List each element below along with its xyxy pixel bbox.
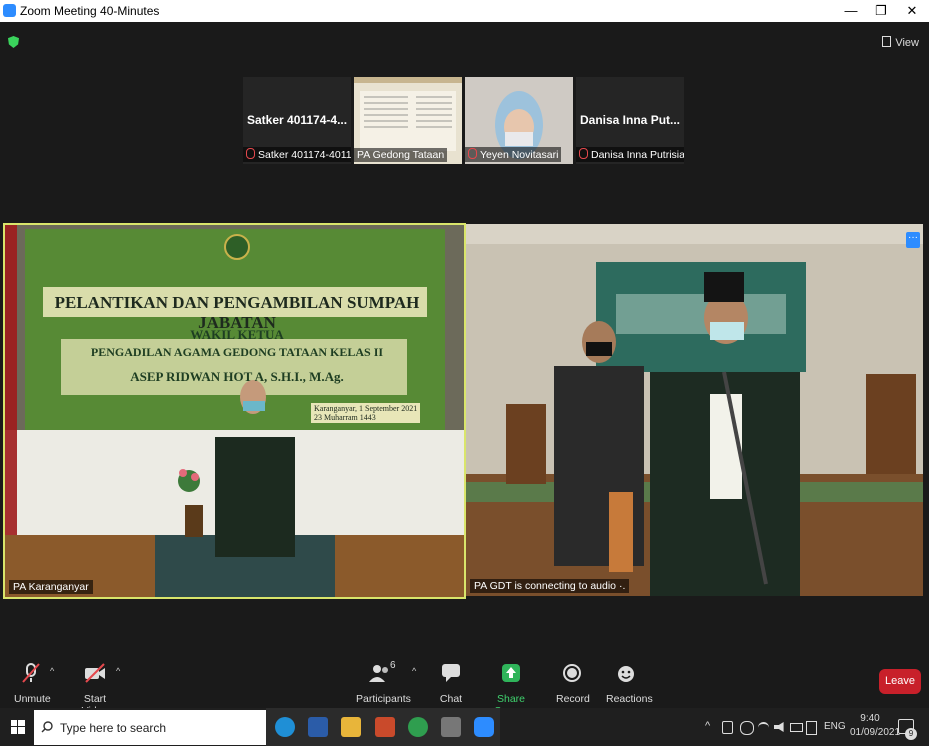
muted-mic-icon [468,148,477,159]
chrome-icon[interactable] [408,717,428,737]
windows-taskbar: Type here to search ^ ENG 9:40 01/09/202… [0,708,929,746]
reactions-label: Reactions [606,693,653,705]
participants-label: Participants [356,693,411,705]
participant-name: PA Gedong Tataan [357,149,445,161]
video-name-label: PA Karanganyar [9,580,93,594]
participant-big-name: Danisa Inna Put... [580,113,680,127]
muted-mic-icon [579,148,588,159]
restore-button[interactable]: ❐ [866,2,896,20]
record-label: Record [556,693,590,705]
video-options-button[interactable]: ··· [906,232,920,248]
window-titlebar: Zoom Meeting 40-Minutes — ❐ ✕ [0,0,929,22]
taskbar-search-box[interactable]: Type here to search [34,710,266,745]
video-name-label: PA GDT is connecting to audio ·. [470,579,630,593]
ceremony-video-feed [466,224,923,596]
file-explorer-icon[interactable] [341,717,361,737]
participant-name: Danisa Inna Putrisia [591,149,684,161]
participant-name-label: Satker 401174-401175 [243,147,351,162]
banner-date-1: 1 September 2021 [359,404,418,413]
tray-sync-icon[interactable] [740,721,754,735]
participant-thumbnail[interactable]: Danisa Inna Put... Danisa Inna Putrisia [576,77,684,164]
pen-icon[interactable] [806,721,817,735]
record-button[interactable]: Record [556,662,590,705]
window-title: Zoom Meeting 40-Minutes [20,4,160,18]
leave-button[interactable]: Leave [879,669,921,694]
tray-device-icon[interactable] [722,721,733,734]
participants-icon [369,665,388,682]
grid-view-icon [882,36,892,47]
clock[interactable]: 9:40 01/09/2021 [850,712,901,740]
participants-options-caret[interactable]: ^ [412,666,416,676]
muted-mic-icon [22,663,40,683]
unmute-button[interactable]: Unmute [14,662,51,705]
participant-thumbnail[interactable]: Yeyen Novitasari [465,77,573,164]
clock-time: 9:40 [860,713,880,724]
banner-line-1: WAKIL KETUA [190,327,284,342]
record-icon [563,664,581,682]
language-indicator[interactable]: ENG [824,721,846,732]
banner-date-2: 23 Muharram 1443 [314,413,376,422]
muted-mic-icon [246,148,255,159]
battery-icon[interactable] [790,723,803,732]
notification-count-badge: 9 [905,728,917,740]
wifi-icon[interactable] [758,722,769,734]
close-button[interactable]: ✕ [897,2,927,20]
participant-name: PA GDT is connecting to audio ·. [474,580,626,592]
zoom-app-icon [3,4,16,17]
reactions-button[interactable]: Reactions [606,662,653,705]
unmute-label: Unmute [14,693,51,705]
windows-start-icon[interactable] [11,720,25,734]
banner-place-date: Karanganyar, 1 September 2021 23 Muharram… [311,403,421,423]
chat-label: Chat [439,693,463,705]
video-tile-pa-gdt[interactable]: ··· PA GDT is connecting to audio ·. [466,224,923,596]
audio-options-caret[interactable]: ^ [50,666,54,676]
participant-thumbnail[interactable]: PA Gedong Tataan [354,77,462,164]
video-off-icon [85,663,105,683]
participant-name: Satker 401174-401175 [258,149,351,161]
participants-icon-wrap: 6 [356,660,404,693]
video-tile-pa-karanganyar[interactable]: PELANTIKAN DAN PENGAMBILAN SUMPAH JABATA… [3,223,466,599]
search-icon [41,721,53,733]
participant-name-label: PA Gedong Tataan [354,148,448,162]
security-shield-icon[interactable] [8,36,19,48]
volume-icon[interactable] [774,722,784,732]
banner-line-3: ASEP RIDWAN HOT A, S.H.I., M.Ag. [130,369,344,384]
chat-icon [442,664,460,682]
powerpoint-icon[interactable] [375,717,395,737]
app-icon[interactable] [441,717,461,737]
banner-line-2: PENGADILAN AGAMA GEDONG TATAAN KELAS II [90,345,384,359]
view-label: View [895,37,919,49]
participant-name-label: Danisa Inna Putrisia [576,147,684,162]
reactions-icon [618,666,634,682]
participants-count: 6 [390,660,396,671]
minimize-button[interactable]: — [836,2,866,20]
participant-thumbnail[interactable]: Satker 401174-4... Satker 401174-401175 [243,77,351,164]
share-screen-icon [502,664,520,682]
edge-icon[interactable] [275,717,295,737]
chat-button[interactable]: Chat [438,662,464,705]
view-button[interactable]: View [882,36,919,49]
word-icon[interactable] [308,717,328,737]
search-placeholder: Type here to search [60,721,167,735]
tray-chevron-icon[interactable]: ^ [705,720,710,732]
participant-name: PA Karanganyar [13,581,89,593]
participants-button[interactable]: 6 Participants [356,660,411,705]
clock-date: 01/09/2021 [850,727,901,738]
participant-name: Yeyen Novitasari [480,149,559,161]
banner-place: Karanganyar, [314,404,357,413]
participant-big-name: Satker 401174-4... [247,113,347,127]
video-options-caret[interactable]: ^ [116,666,120,676]
zoom-taskbar-icon[interactable] [474,717,494,737]
participant-name-label: Yeyen Novitasari [465,147,562,162]
